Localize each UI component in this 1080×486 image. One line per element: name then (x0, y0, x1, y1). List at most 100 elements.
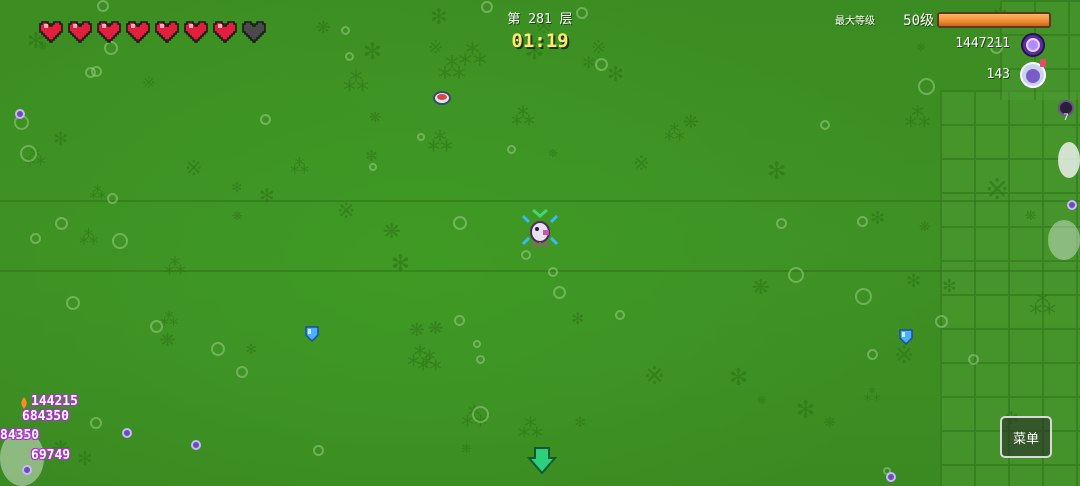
ground-decoration: ❋ (316, 11, 331, 39)
ground-decoration: ✻ (797, 391, 815, 425)
experience-bar (937, 12, 1051, 28)
ground-bubble (55, 217, 68, 230)
ground-bubble (260, 114, 271, 125)
xp-orb (22, 465, 32, 475)
xp-orb (191, 440, 201, 450)
ground-decoration: ❋ (824, 410, 836, 432)
damage-number: 69749 (31, 448, 71, 463)
ground-decoration: ✻ (54, 126, 68, 151)
ground-decoration: ※ (633, 151, 650, 175)
ground-decoration: ⁂ (79, 227, 98, 249)
ground-bubble (211, 342, 225, 356)
side-item-count: 7 (1063, 113, 1069, 123)
enemy-slime (433, 91, 451, 105)
ground-decoration: ✻ (768, 152, 786, 186)
menu-button[interactable]: 菜单 (1000, 416, 1052, 458)
ground-bubble (855, 288, 872, 305)
ground-bubble (454, 315, 465, 326)
ground-decoration: ✻ (78, 445, 92, 471)
player-character (521, 208, 559, 247)
down-arrow-icon[interactable] (527, 446, 557, 476)
ground-bubble (112, 233, 128, 249)
ground-bubble (553, 286, 566, 299)
ground-bubble (820, 120, 830, 130)
xp-orb (886, 472, 896, 482)
damage-number: 684350 (22, 409, 69, 424)
ground-bubble (107, 193, 118, 204)
ground-bubble (66, 296, 80, 310)
ground-decoration: ❋ (428, 311, 444, 340)
ground-decoration: ※ (428, 37, 444, 58)
ground-bubble (85, 67, 96, 78)
ground-bubble (857, 216, 868, 227)
ground-decoration: ✻ (431, 1, 447, 31)
ground-bubble (595, 58, 608, 71)
ground-decoration: ❋ (752, 267, 770, 301)
ground-decoration: ⁂ (863, 385, 881, 406)
damage-number: 144215 (31, 394, 78, 409)
ground-bubble (345, 52, 354, 61)
ground-decoration: ⁂ (290, 156, 309, 178)
ground-decoration: ✻ (260, 182, 274, 208)
flame-icon (21, 397, 27, 409)
ground-decoration: ✻ (907, 268, 921, 293)
ground-bubble (615, 310, 625, 320)
ground-decoration: ✻ (608, 58, 624, 87)
ground-decoration: ※ (644, 361, 665, 390)
ground-decoration: ⁂ (904, 103, 931, 134)
smoke-cloud (1048, 220, 1080, 260)
ground-bubble (453, 216, 467, 230)
damage-number: 84350 (0, 428, 40, 443)
ground-decoration: ⁂ (511, 103, 535, 131)
ground-bubble (341, 26, 350, 35)
ground-decoration: ※ (142, 73, 156, 92)
ground-bubble (521, 250, 531, 260)
ground-decoration: ❋ (548, 142, 558, 161)
blue-gem-icon (899, 329, 913, 345)
experience-fill (939, 14, 1049, 26)
game-viewport[interactable]: ✻✻⁂⁂⁂❋❋✻❋⁂✻❋⁂❋❋※✻✻✻※⁂❋✻⁂✻❋❋⁂❋⁂✻❋※⁂✻✻⁂❋❋✻… (0, 0, 1080, 486)
survival-timer: 01:19 (511, 30, 569, 52)
ground-bubble (576, 7, 588, 19)
ground-bubble (30, 233, 41, 244)
ground-bubble (968, 354, 979, 365)
ground-decoration: ✻ (246, 339, 257, 359)
ground-decoration: ✻ (943, 273, 956, 297)
ground-decoration: ⁂ (164, 255, 186, 280)
ground-bubble (935, 315, 948, 328)
ground-decoration: ⁂ (664, 121, 685, 145)
potion-icon[interactable] (1018, 56, 1052, 90)
heart-icon (242, 21, 266, 43)
ground-decoration: ❋ (383, 211, 401, 245)
ground-decoration: ❋ (757, 389, 767, 408)
max-level-label: 最大等级 (835, 16, 875, 27)
xp-orb (1067, 200, 1077, 210)
smoke-cloud (1058, 142, 1080, 178)
floor-seam (0, 200, 1080, 202)
ground-bubble (481, 1, 493, 13)
ground-decoration: ⁂ (427, 128, 453, 158)
ground-decoration: ✻ (232, 177, 242, 196)
ground-bubble (20, 145, 37, 162)
blue-gem-icon (305, 326, 319, 342)
ground-bubble (369, 163, 377, 171)
ground-bubble (918, 78, 935, 95)
ground-bubble (150, 320, 163, 333)
gem-count: 143 (986, 67, 1010, 82)
xp-orb (15, 109, 25, 119)
ground-decoration: ※ (591, 37, 607, 58)
heart-icon (68, 21, 92, 43)
ground-bubble (548, 267, 558, 277)
ground-decoration: ❋ (683, 105, 699, 135)
xp-orb (122, 428, 132, 438)
ground-bubble (788, 267, 804, 283)
ground-decoration: ✻ (871, 205, 885, 230)
ground-decoration: ✻ (572, 307, 584, 329)
heart-icon (155, 21, 179, 43)
heart-icon (97, 21, 121, 43)
coin-count: 1447211 (955, 36, 1010, 51)
ground-decoration: ※ (894, 341, 915, 369)
ground-decoration: ✻ (575, 412, 586, 432)
ground-bubble (473, 340, 481, 348)
heart-icon (126, 21, 150, 43)
